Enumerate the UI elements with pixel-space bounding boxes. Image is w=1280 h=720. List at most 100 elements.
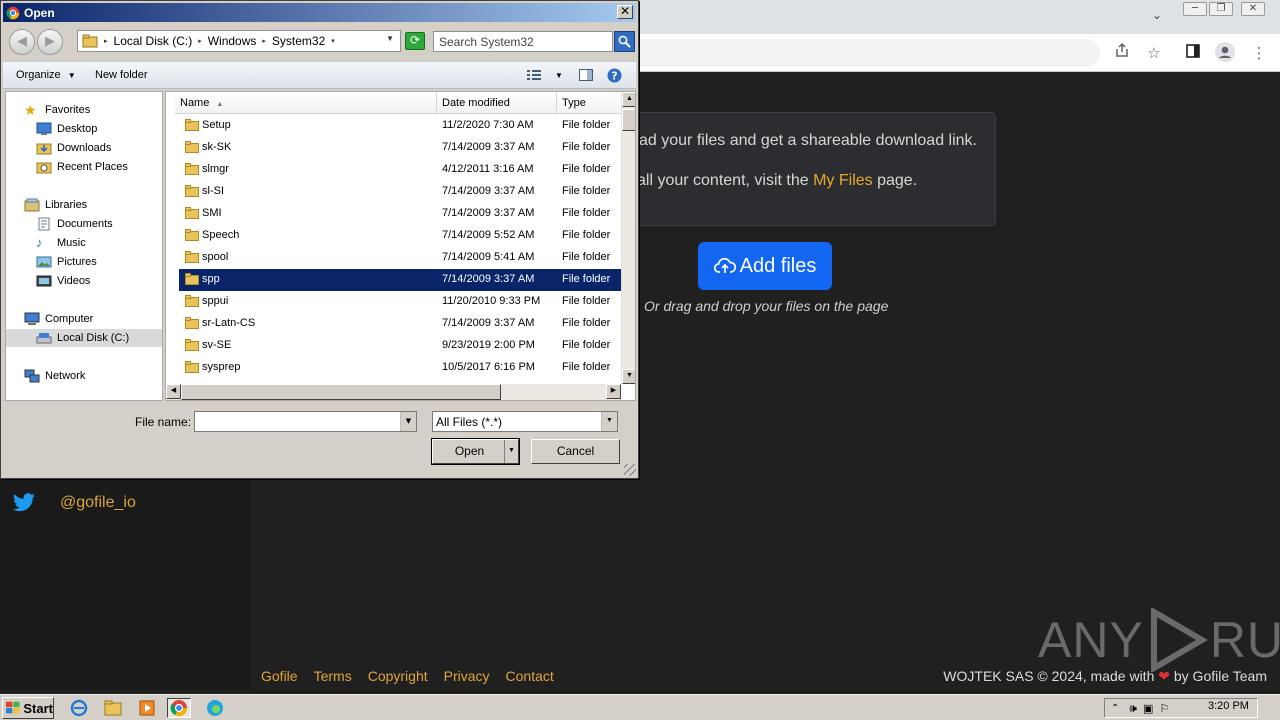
table-row[interactable]: sl-SI 7/14/2009 3:37 AM File folder: [179, 181, 621, 203]
action-center-flag-icon[interactable]: ⚐: [1159, 702, 1169, 715]
horizontal-scroll-thumb[interactable]: [181, 384, 501, 400]
footer-link-contact[interactable]: Contact: [506, 668, 554, 684]
help-icon[interactable]: ?: [605, 67, 623, 83]
vertical-scroll-thumb[interactable]: [622, 109, 635, 131]
nav-videos[interactable]: Videos: [36, 272, 90, 290]
resize-grip-icon[interactable]: [624, 464, 636, 476]
browser-menu-icon[interactable]: ⋮: [1248, 42, 1270, 64]
nav-pictures[interactable]: Pictures: [36, 253, 97, 271]
table-row[interactable]: sysprep 10/5/2017 6:16 PM File folder: [179, 357, 621, 379]
nav-pictures-label: Pictures: [57, 256, 97, 268]
twitter-link[interactable]: @gofile_io: [12, 490, 136, 516]
nav-favorites[interactable]: ★ Favorites: [24, 101, 90, 119]
table-row[interactable]: Setup 11/2/2020 7:30 AM File folder: [179, 115, 621, 137]
explorer-taskbar-icon[interactable]: [101, 698, 125, 718]
scroll-down-arrow-icon[interactable]: ▼: [622, 369, 635, 384]
nav-local-disk[interactable]: Local Disk (C:): [6, 329, 162, 347]
nav-libraries[interactable]: Libraries: [24, 196, 87, 214]
share-icon[interactable]: [1111, 42, 1133, 64]
open-split-chevron-icon[interactable]: ▼: [504, 440, 518, 463]
search-icon[interactable]: [614, 31, 635, 52]
cancel-button[interactable]: Cancel: [531, 439, 620, 464]
open-button[interactable]: Open ▼: [431, 438, 520, 465]
table-row[interactable]: sppui 11/20/2010 9:33 PM File folder: [179, 291, 621, 313]
network-tray-icon[interactable]: ▣: [1143, 702, 1153, 715]
profile-avatar-icon[interactable]: [1214, 42, 1236, 64]
footer-link-privacy[interactable]: Privacy: [444, 668, 490, 684]
refresh-icon[interactable]: ⟳: [405, 32, 425, 50]
scroll-left-arrow-icon[interactable]: ◀: [166, 384, 181, 399]
forward-button[interactable]: ▶: [37, 29, 63, 55]
file-type-dropdown-icon[interactable]: ▼: [601, 412, 617, 431]
file-type-select[interactable]: All Files (*.*) ▼: [432, 411, 618, 432]
tab-search-chevron-icon[interactable]: ⌄: [1152, 8, 1162, 22]
breadcrumb-system32[interactable]: System32: [272, 34, 325, 48]
volume-icon[interactable]: 🕪: [1129, 701, 1137, 716]
add-files-button[interactable]: Add files: [698, 242, 832, 290]
organize-menu[interactable]: Organize ▼: [16, 69, 76, 81]
breadcrumb-windows[interactable]: Windows: [208, 34, 257, 48]
tray-expand-icon[interactable]: ⌃: [1111, 703, 1119, 714]
nav-recent-places[interactable]: Recent Places: [36, 158, 128, 176]
taskbar-clock[interactable]: 3:20 PM: [1208, 700, 1249, 712]
table-row[interactable]: SMI 7/14/2009 3:37 AM File folder: [179, 203, 621, 225]
side-panel-icon[interactable]: [1182, 42, 1204, 64]
restore-window-button[interactable]: ❐: [1209, 2, 1233, 16]
table-row[interactable]: spool 7/14/2009 5:41 AM File folder: [179, 247, 621, 269]
file-list-horizontal-scrollbar[interactable]: ◀ ▶: [166, 384, 621, 400]
file-name-label: File name:: [135, 415, 192, 429]
search-input[interactable]: Search System32: [433, 31, 613, 52]
edge-taskbar-icon[interactable]: [203, 698, 227, 718]
nav-downloads[interactable]: Downloads: [36, 139, 111, 157]
footer-link-terms[interactable]: Terms: [314, 668, 352, 684]
breadcrumb-local-disk[interactable]: Local Disk (C:): [114, 34, 193, 48]
nav-desktop[interactable]: Desktop: [36, 120, 97, 138]
table-row[interactable]: sk-SK 7/14/2009 3:37 AM File folder: [179, 137, 621, 159]
my-files-link[interactable]: My Files: [813, 172, 873, 189]
ie-taskbar-icon[interactable]: [67, 698, 91, 718]
breadcrumb-separator-icon[interactable]: ▾: [331, 37, 335, 45]
breadcrumb-separator-icon[interactable]: ▸: [104, 37, 108, 45]
scroll-up-arrow-icon[interactable]: ▲: [622, 92, 635, 107]
address-bar[interactable]: [560, 39, 1100, 67]
close-window-button[interactable]: ✕: [1241, 2, 1265, 16]
column-header-type[interactable]: Type: [557, 92, 621, 114]
start-button[interactable]: Start: [2, 697, 54, 719]
back-button[interactable]: ◀: [9, 29, 35, 55]
file-name-dropdown-icon[interactable]: ▼: [400, 412, 416, 431]
table-row[interactable]: spp 7/14/2009 3:37 AM File folder: [179, 269, 621, 291]
column-header-name[interactable]: Name ▲: [175, 92, 437, 114]
table-row[interactable]: sr-Latn-CS 7/14/2009 3:37 AM File folder: [179, 313, 621, 335]
table-row[interactable]: slmgr 4/12/2011 3:16 AM File folder: [179, 159, 621, 181]
folder-icon: [185, 163, 199, 175]
address-dropdown-icon[interactable]: ▼: [386, 34, 394, 43]
nav-network[interactable]: Network: [24, 367, 85, 385]
bookmark-star-icon[interactable]: ☆: [1143, 42, 1165, 64]
dialog-titlebar[interactable]: Open ✕: [3, 3, 636, 22]
nav-computer-label: Computer: [45, 313, 94, 325]
nav-documents[interactable]: Documents: [36, 215, 113, 233]
view-options-chevron-icon[interactable]: ▼: [550, 67, 568, 83]
nav-music[interactable]: ♪ Music: [36, 234, 86, 252]
preview-pane-icon[interactable]: [577, 67, 595, 83]
my-files-info-post: page.: [872, 172, 918, 189]
dialog-close-button[interactable]: ✕: [617, 5, 633, 19]
breadcrumb-separator-icon[interactable]: ▸: [262, 37, 266, 45]
footer-link-copyright[interactable]: Copyright: [368, 668, 428, 684]
dialog-address-bar[interactable]: ▸ Local Disk (C:) ▸ Windows ▸ System32 ▾…: [77, 30, 401, 52]
file-name-input[interactable]: ▼: [194, 411, 417, 432]
footer-link-gofile[interactable]: Gofile: [261, 668, 298, 684]
media-player-taskbar-icon[interactable]: [135, 698, 159, 718]
file-list-vertical-scrollbar[interactable]: ▲ ▼: [621, 92, 635, 384]
minimize-window-button[interactable]: ─: [1183, 2, 1207, 16]
table-row[interactable]: Speech 7/14/2009 5:52 AM File folder: [179, 225, 621, 247]
column-header-date[interactable]: Date modified: [437, 92, 557, 114]
breadcrumb-separator-icon[interactable]: ▸: [198, 37, 202, 45]
nav-computer[interactable]: Computer: [24, 310, 93, 328]
change-view-icon[interactable]: [525, 67, 543, 83]
new-folder-button[interactable]: New folder: [95, 69, 148, 81]
chrome-taskbar-icon[interactable]: [167, 698, 191, 718]
twitter-handle[interactable]: @gofile_io: [60, 494, 136, 512]
table-row[interactable]: sv-SE 9/23/2019 2:00 PM File folder: [179, 335, 621, 357]
scroll-right-arrow-icon[interactable]: ▶: [606, 384, 621, 399]
